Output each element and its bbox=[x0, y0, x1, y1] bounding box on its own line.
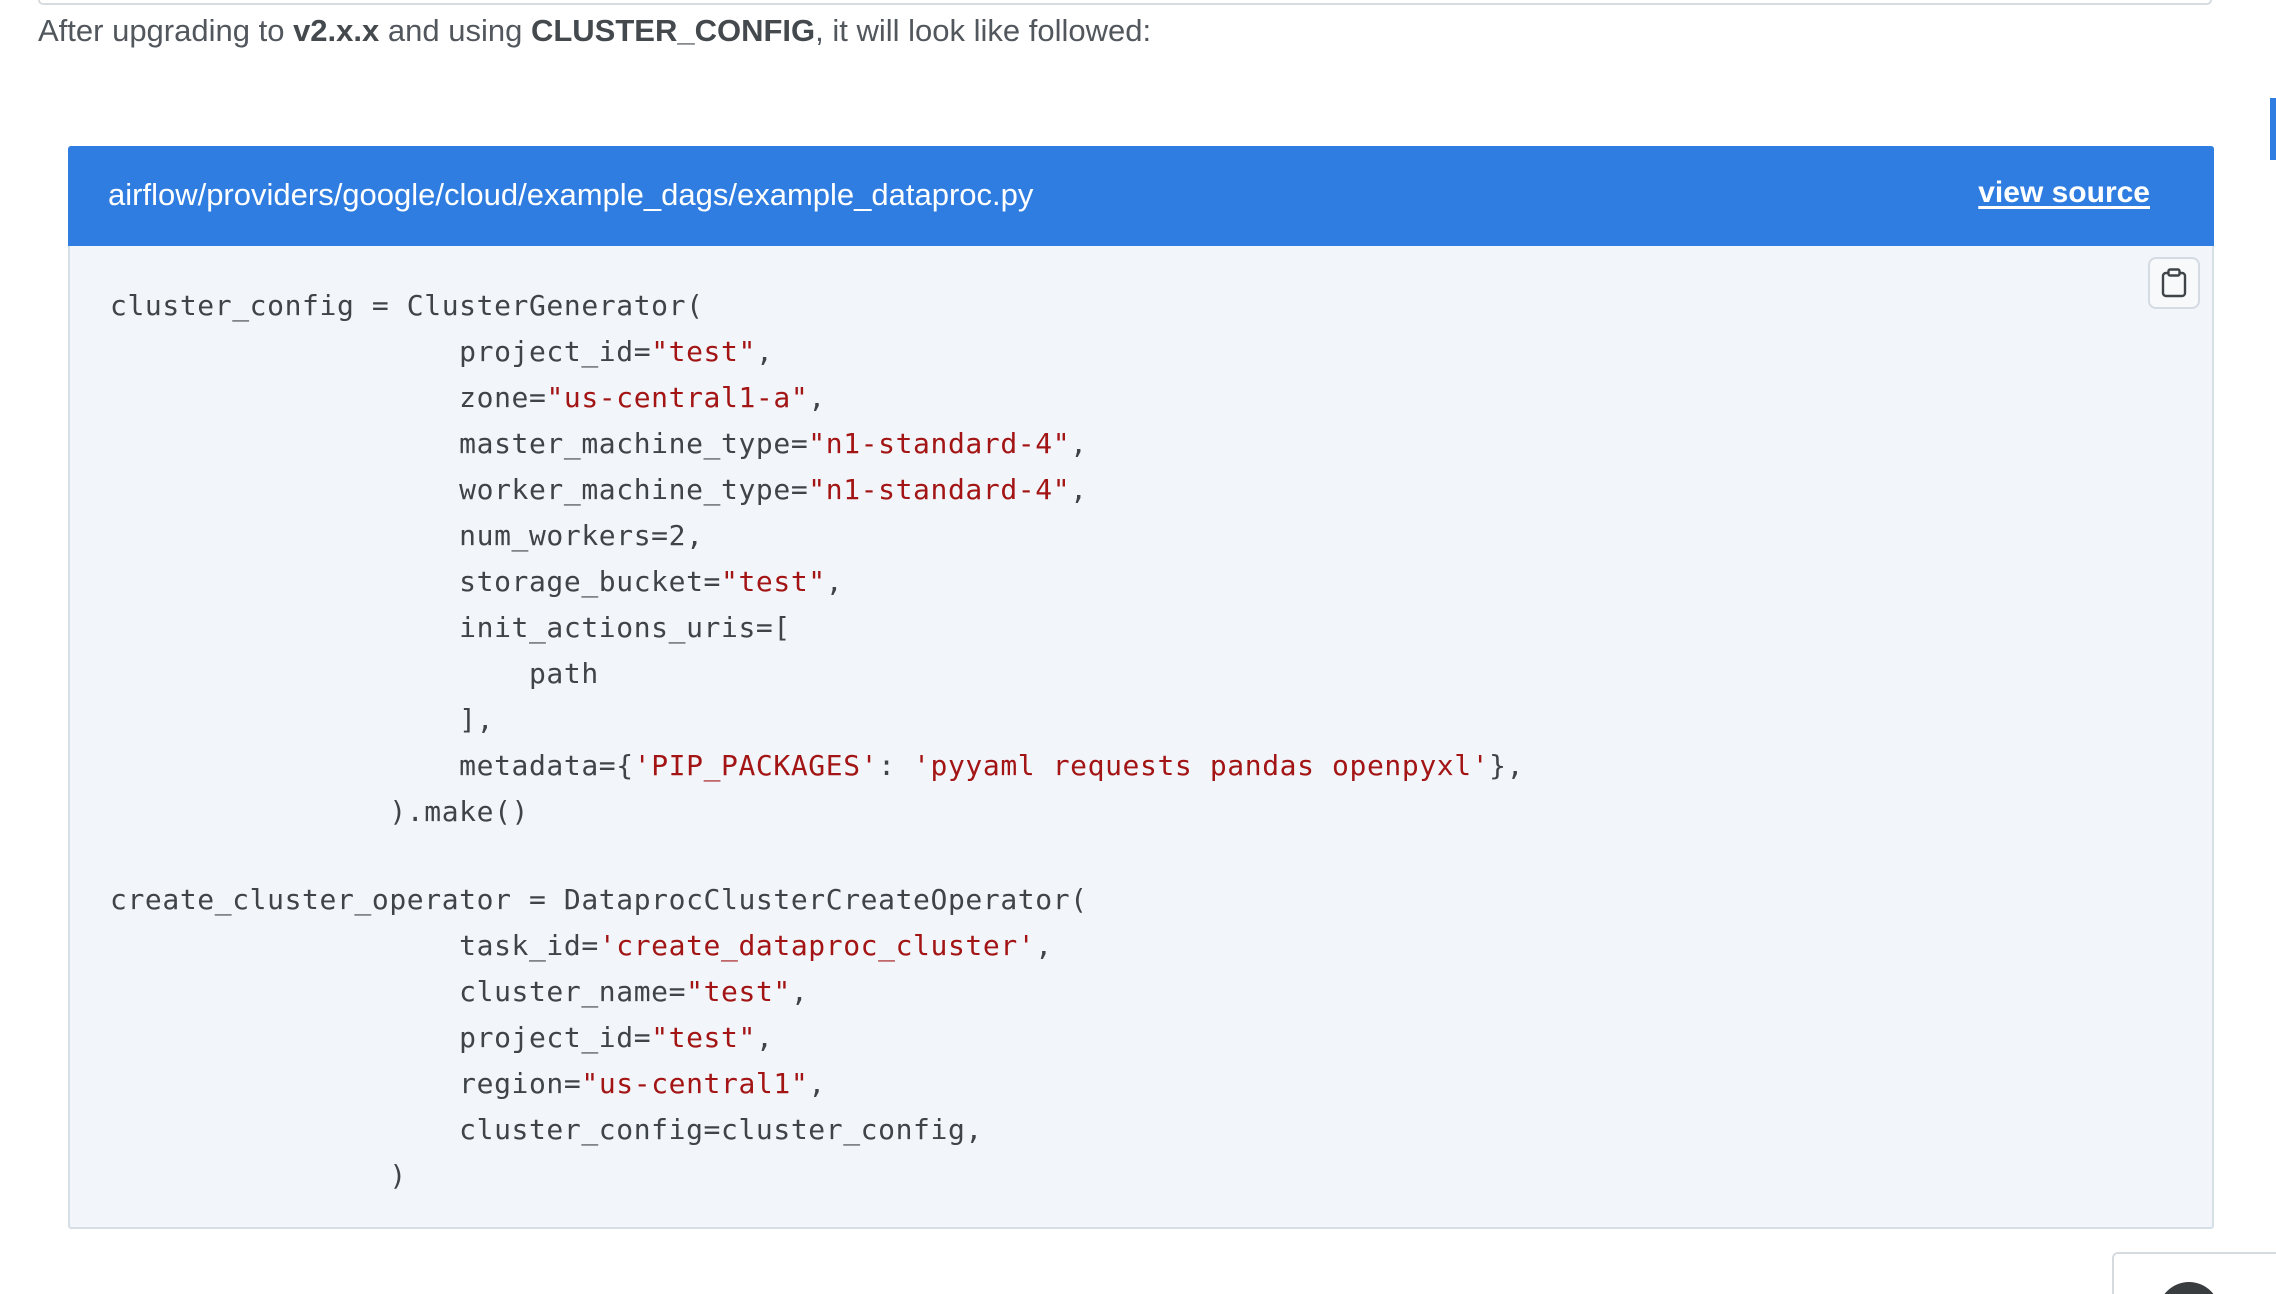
code-string-token: "test" bbox=[651, 335, 756, 368]
code-token: , bbox=[755, 335, 774, 368]
code-token: , bbox=[755, 1021, 774, 1054]
floating-widget[interactable] bbox=[2112, 1252, 2276, 1294]
code-token: zone= bbox=[110, 381, 547, 414]
intro-paragraph: After upgrading to v2.x.x and using CLUS… bbox=[38, 10, 1151, 52]
code-token: metadata={ bbox=[110, 749, 634, 782]
code-line: ).make() bbox=[110, 789, 1524, 835]
code-token: , bbox=[825, 565, 844, 598]
previous-card-border bbox=[38, 0, 2212, 5]
code-header: airflow/providers/google/cloud/example_d… bbox=[68, 146, 2214, 246]
code-token: init_actions_uris=[ bbox=[110, 611, 791, 644]
code-token: create_cluster_operator = DataprocCluste… bbox=[110, 883, 1088, 916]
code-token: master_machine_type= bbox=[110, 427, 809, 460]
code-line: cluster_config=cluster_config, bbox=[110, 1107, 1524, 1153]
code-line: project_id="test", bbox=[110, 1015, 1524, 1061]
code-token: region= bbox=[110, 1067, 582, 1100]
intro-text-before: After upgrading to bbox=[38, 13, 294, 48]
code-line: master_machine_type="n1-standard-4", bbox=[110, 421, 1524, 467]
intro-text-after: , it will look like followed: bbox=[815, 13, 1152, 48]
code-token: cluster_name= bbox=[110, 975, 687, 1008]
side-scroll-indicator bbox=[2270, 98, 2276, 160]
code-string-token: 'create_dataproc_cluster' bbox=[598, 929, 1036, 962]
code-string-token: 'pyyaml requests pandas openpyxl' bbox=[913, 749, 1490, 782]
code-line: cluster_config = ClusterGenerator( bbox=[110, 283, 1524, 329]
version-label: v2.x.x bbox=[293, 13, 380, 48]
code-token: path bbox=[110, 657, 599, 690]
file-path: airflow/providers/google/cloud/example_d… bbox=[108, 177, 1034, 212]
code-line: worker_machine_type="n1-standard-4", bbox=[110, 467, 1524, 513]
code-token: ).make() bbox=[110, 795, 529, 828]
code-token: : bbox=[878, 749, 914, 782]
code-line: num_workers=2, bbox=[110, 513, 1524, 559]
code-line: zone="us-central1-a", bbox=[110, 375, 1524, 421]
code-token: ) bbox=[110, 1159, 407, 1192]
intro-text-middle: and using bbox=[379, 13, 531, 48]
code-line: init_actions_uris=[ bbox=[110, 605, 1524, 651]
code-token: , bbox=[1070, 427, 1088, 460]
code-line: create_cluster_operator = DataprocCluste… bbox=[110, 877, 1524, 923]
code-line: path bbox=[110, 651, 1524, 697]
code-string-token: 'PIP_PACKAGES' bbox=[633, 749, 879, 782]
code-line: metadata={'PIP_PACKAGES': 'pyyaml reques… bbox=[110, 743, 1524, 789]
code-token: , bbox=[1035, 929, 1053, 962]
code-line: cluster_name="test", bbox=[110, 969, 1524, 1015]
code-token: , bbox=[1070, 473, 1088, 506]
clipboard-icon bbox=[2161, 268, 2187, 298]
code-line: ) bbox=[110, 1153, 1524, 1199]
copy-button[interactable] bbox=[2148, 257, 2200, 309]
code-line: storage_bucket="test", bbox=[110, 559, 1524, 605]
code-token: project_id= bbox=[110, 335, 652, 368]
code-line: ], bbox=[110, 697, 1524, 743]
code-string-token: "n1-standard-4" bbox=[808, 427, 1071, 460]
code-line: region="us-central1", bbox=[110, 1061, 1524, 1107]
code-token: cluster_config = ClusterGenerator( bbox=[110, 289, 704, 322]
widget-button-icon[interactable] bbox=[2158, 1282, 2220, 1294]
view-source-link[interactable]: view source bbox=[1978, 172, 2150, 214]
code-string-token: "us-central1-a" bbox=[546, 381, 809, 414]
code-string-token: "test" bbox=[686, 975, 791, 1008]
code-token: , bbox=[808, 381, 826, 414]
code-token: ], bbox=[110, 703, 495, 736]
code-token: cluster_config=cluster_config, bbox=[110, 1113, 983, 1146]
code-token: storage_bucket= bbox=[110, 565, 722, 598]
code-example-card: airflow/providers/google/cloud/example_d… bbox=[68, 146, 2214, 1229]
code-token: task_id= bbox=[110, 929, 599, 962]
code-token: , bbox=[808, 1067, 826, 1100]
code-token: }, bbox=[1489, 749, 1525, 782]
code-string-token: "test" bbox=[721, 565, 826, 598]
code-token: , bbox=[790, 975, 809, 1008]
code-token: num_workers=2, bbox=[110, 519, 704, 552]
config-name-label: CLUSTER_CONFIG bbox=[530, 13, 816, 48]
code-line: task_id='create_dataproc_cluster', bbox=[110, 923, 1524, 969]
code-line: project_id="test", bbox=[110, 329, 1524, 375]
code-string-token: "us-central1" bbox=[581, 1067, 809, 1100]
code-token: project_id= bbox=[110, 1021, 652, 1054]
code-string-token: "n1-standard-4" bbox=[808, 473, 1071, 506]
code-string-token: "test" bbox=[651, 1021, 756, 1054]
code-token: worker_machine_type= bbox=[110, 473, 809, 506]
code-listing: cluster_config = ClusterGenerator( proje… bbox=[110, 283, 1524, 1199]
